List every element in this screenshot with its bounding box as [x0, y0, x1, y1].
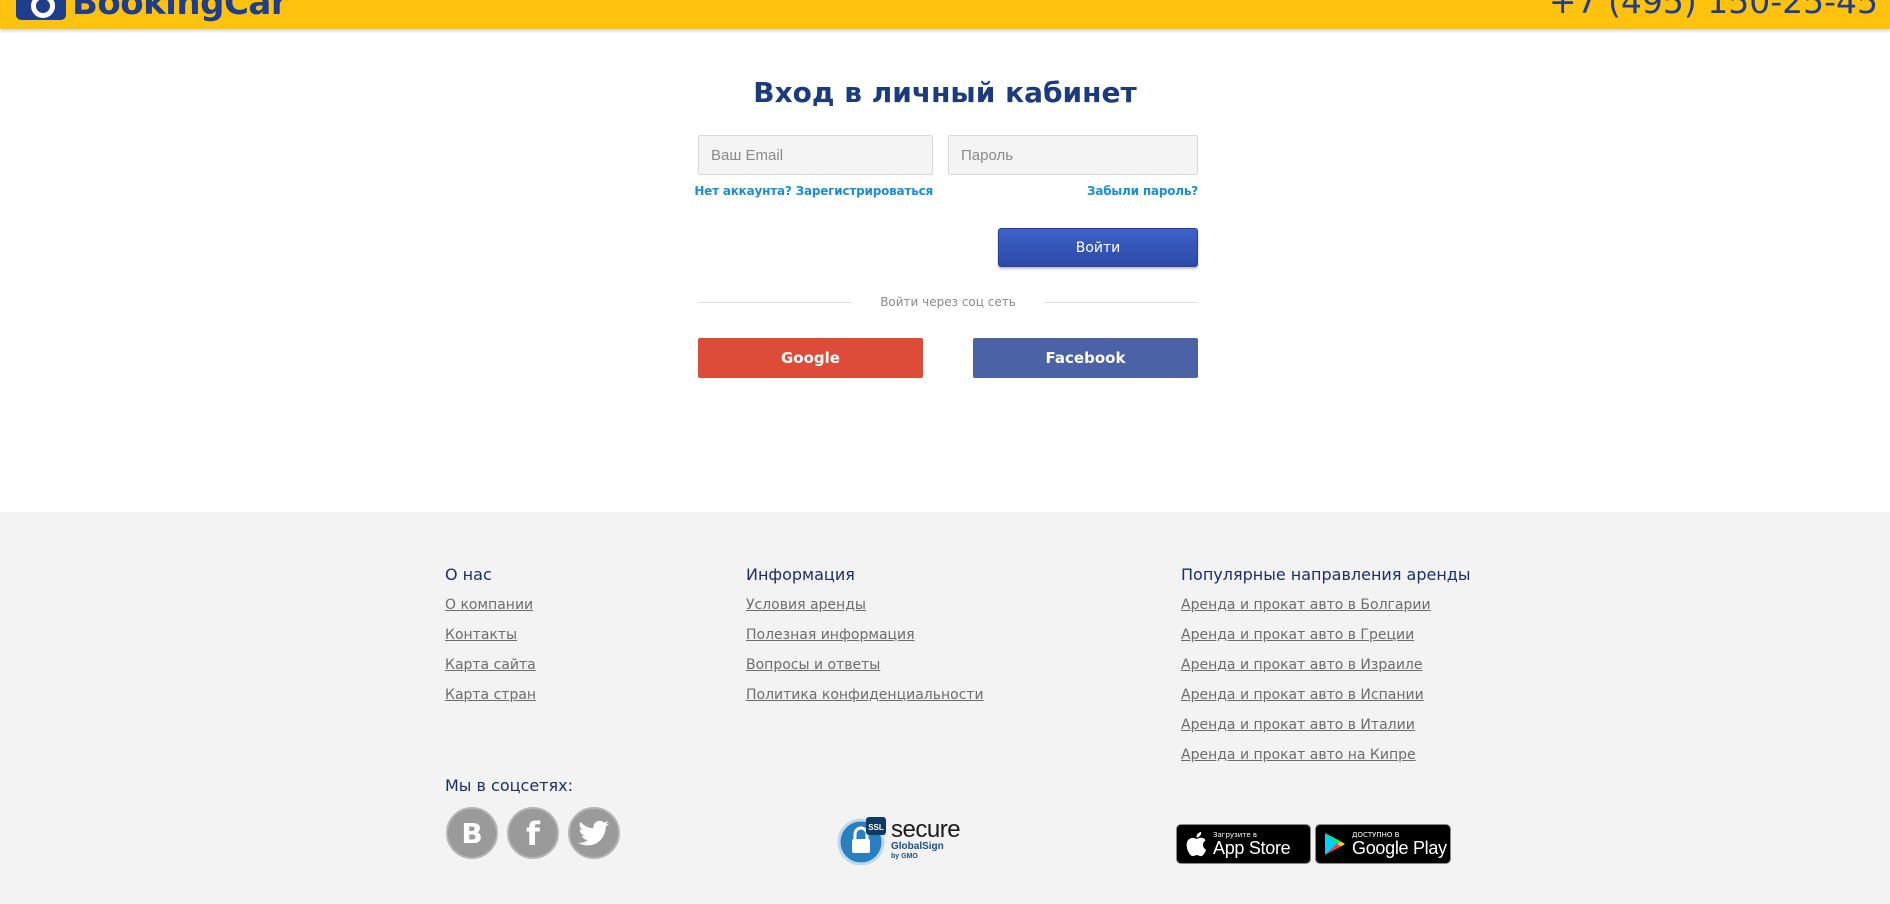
- ssl-lock-icon: SSL: [837, 815, 887, 866]
- divider-left: [698, 302, 851, 303]
- twitter-icon[interactable]: [568, 807, 620, 859]
- password-field[interactable]: [948, 135, 1198, 175]
- footer-link-spain[interactable]: Аренда и прокат авто в Испании: [1181, 687, 1424, 703]
- ssl-secure-text: secure: [891, 816, 961, 843]
- vk-icon[interactable]: B: [446, 807, 498, 859]
- footer-link-cyprus[interactable]: Аренда и прокат авто на Кипре: [1181, 747, 1416, 763]
- facebook-login-button[interactable]: Facebook: [973, 338, 1198, 378]
- email-field[interactable]: [698, 135, 933, 175]
- ssl-gmo-text: by GMO: [891, 853, 918, 860]
- site-header: BookingCar +7 (495) 150-25-45: [0, 0, 1890, 29]
- google-play-big-text: Google Play: [1352, 837, 1447, 858]
- google-play-badge[interactable]: ДОСТУПНО В Google Play: [1315, 824, 1451, 864]
- footer-about-title: О нас: [445, 565, 492, 584]
- login-button[interactable]: Войти: [998, 228, 1198, 267]
- footer-about-column: О нас О компании Контакты Карта сайта Ка…: [445, 564, 536, 710]
- site-logo[interactable]: BookingCar: [16, 0, 288, 23]
- svg-text:B: B: [461, 818, 482, 848]
- footer-social-title: Мы в соцсетях:: [445, 776, 573, 795]
- page-title: Вход в личный кабинет: [753, 76, 1137, 109]
- footer-link-italy[interactable]: Аренда и прокат авто в Италии: [1181, 717, 1415, 733]
- footer-link-about-company[interactable]: О компании: [445, 597, 533, 613]
- footer-link-contacts[interactable]: Контакты: [445, 627, 517, 643]
- footer-link-israel[interactable]: Аренда и прокат авто в Израиле: [1181, 657, 1422, 673]
- footer-info-column: Информация Условия аренды Полезная инфор…: [746, 564, 984, 710]
- footer-link-sitemap[interactable]: Карта сайта: [445, 657, 536, 673]
- google-play-icon: [1325, 833, 1345, 855]
- footer-link-greece[interactable]: Аренда и прокат авто в Греции: [1181, 627, 1414, 643]
- social-login-divider-text: Войти через соц сеть: [880, 295, 1016, 309]
- footer-link-country-map[interactable]: Карта стран: [445, 687, 536, 703]
- ssl-seal: SSL secure GlobalSign by GMO: [837, 815, 961, 866]
- logo-text: BookingCar: [72, 0, 288, 23]
- app-store-big-text: App Store: [1213, 837, 1291, 858]
- footer-link-privacy-policy[interactable]: Политика конфиденциальности: [746, 687, 984, 703]
- logo-mark-icon: [16, 0, 66, 20]
- header-phone[interactable]: +7 (495) 150-25-45: [1549, 0, 1878, 20]
- footer-destinations-title: Популярные направления аренды: [1181, 565, 1471, 584]
- footer-link-bulgaria[interactable]: Аренда и прокат авто в Болгарии: [1181, 597, 1431, 613]
- svg-text:SSL: SSL: [868, 823, 884, 832]
- facebook-icon[interactable]: f: [507, 807, 559, 859]
- svg-text:f: f: [526, 817, 541, 849]
- footer-link-faq[interactable]: Вопросы и ответы: [746, 657, 880, 673]
- divider-right: [1045, 302, 1198, 303]
- apple-icon: [1186, 832, 1207, 857]
- footer-destinations-column: Популярные направления аренды Аренда и п…: [1181, 564, 1471, 770]
- site-footer: О нас О компании Контакты Карта сайта Ка…: [0, 512, 1890, 904]
- google-login-button[interactable]: Google: [698, 338, 923, 378]
- register-link[interactable]: Нет аккаунта? Зарегистрироваться: [694, 184, 933, 198]
- footer-link-rental-terms[interactable]: Условия аренды: [746, 597, 866, 613]
- ssl-brand-text: GlobalSign: [891, 841, 944, 852]
- footer-social-icons: B f: [446, 807, 620, 859]
- forgot-password-link[interactable]: Забыли пароль?: [1087, 184, 1198, 198]
- footer-link-useful-info[interactable]: Полезная информация: [746, 627, 915, 643]
- app-store-badge[interactable]: Загрузите в App Store: [1176, 824, 1311, 864]
- footer-info-title: Информация: [746, 565, 855, 584]
